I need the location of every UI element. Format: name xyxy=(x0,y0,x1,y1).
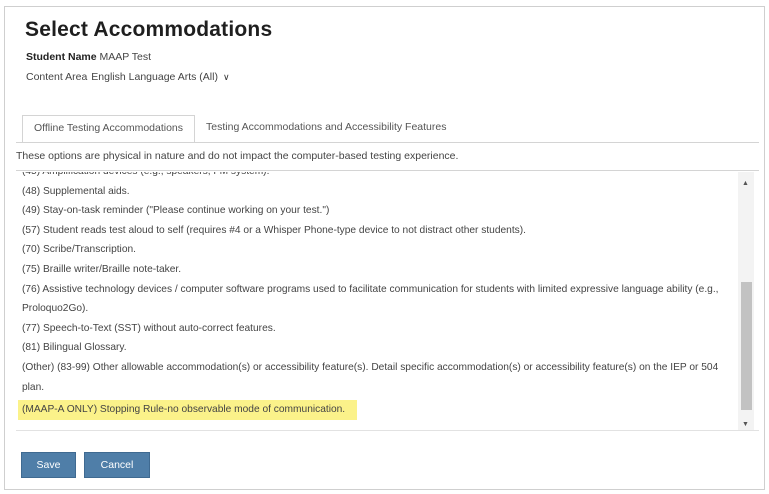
list-item[interactable]: (81) Bilingual Glossary. xyxy=(22,338,734,358)
chevron-down-icon: ∨ xyxy=(222,71,230,82)
page-title: Select Accommodations xyxy=(25,18,273,41)
description-divider xyxy=(16,170,759,171)
accommodations-list: (45) Amplification devices (e.g., speake… xyxy=(18,172,734,420)
list-item[interactable]: (Other) (83-99) Other allowable accommod… xyxy=(22,358,734,397)
save-button[interactable]: Save xyxy=(21,452,76,478)
list-bottom-divider xyxy=(16,430,759,431)
list-item[interactable]: (76) Assistive technology devices / comp… xyxy=(22,280,734,319)
accommodations-list-box[interactable]: (45) Amplification devices (e.g., speake… xyxy=(16,172,754,430)
list-item[interactable]: (45) Amplification devices (e.g., speake… xyxy=(22,172,734,182)
list-item[interactable]: (57) Student reads test aloud to self (r… xyxy=(22,221,734,241)
tab-testing-accommodations-accessibility[interactable]: Testing Accommodations and Accessibility… xyxy=(195,115,457,143)
content-area-value: English Language Arts (All) xyxy=(91,71,218,83)
student-name-label: Student Name xyxy=(26,51,97,63)
list-item[interactable]: (70) Scribe/Transcription. xyxy=(22,240,734,260)
content-area-row: Content Area English Language Arts (All)… xyxy=(26,71,230,83)
list-item[interactable]: (48) Supplemental aids. xyxy=(22,182,734,202)
content-area-label: Content Area xyxy=(26,71,88,83)
list-scrollbar[interactable]: ▲ ▼ xyxy=(738,172,754,430)
scrollbar-thumb[interactable] xyxy=(741,282,752,410)
student-name-row: Student Name MAAP Test xyxy=(26,51,151,63)
list-item[interactable]: (49) Stay-on-task reminder ("Please cont… xyxy=(22,201,734,221)
list-item[interactable]: (77) Speech-to-Text (SST) without auto-c… xyxy=(22,319,734,339)
list-item-highlighted[interactable]: (MAAP-A ONLY) Stopping Rule-no observabl… xyxy=(18,400,358,420)
tab-offline-testing-accommodations[interactable]: Offline Testing Accommodations xyxy=(22,115,196,143)
content-area-select[interactable]: English Language Arts (All) ∨ xyxy=(91,71,229,83)
list-item[interactable]: (75) Braille writer/Braille note-taker. xyxy=(22,260,734,280)
student-name-value: MAAP Test xyxy=(99,51,152,63)
tab-bar: Offline Testing Accommodations Testing A… xyxy=(22,115,457,143)
tab-description: These options are physical in nature and… xyxy=(16,150,459,162)
cancel-button[interactable]: Cancel xyxy=(84,452,150,478)
scroll-up-arrow-icon[interactable]: ▲ xyxy=(742,180,749,187)
tab-divider xyxy=(16,142,759,143)
scroll-down-arrow-icon[interactable]: ▼ xyxy=(742,421,749,428)
